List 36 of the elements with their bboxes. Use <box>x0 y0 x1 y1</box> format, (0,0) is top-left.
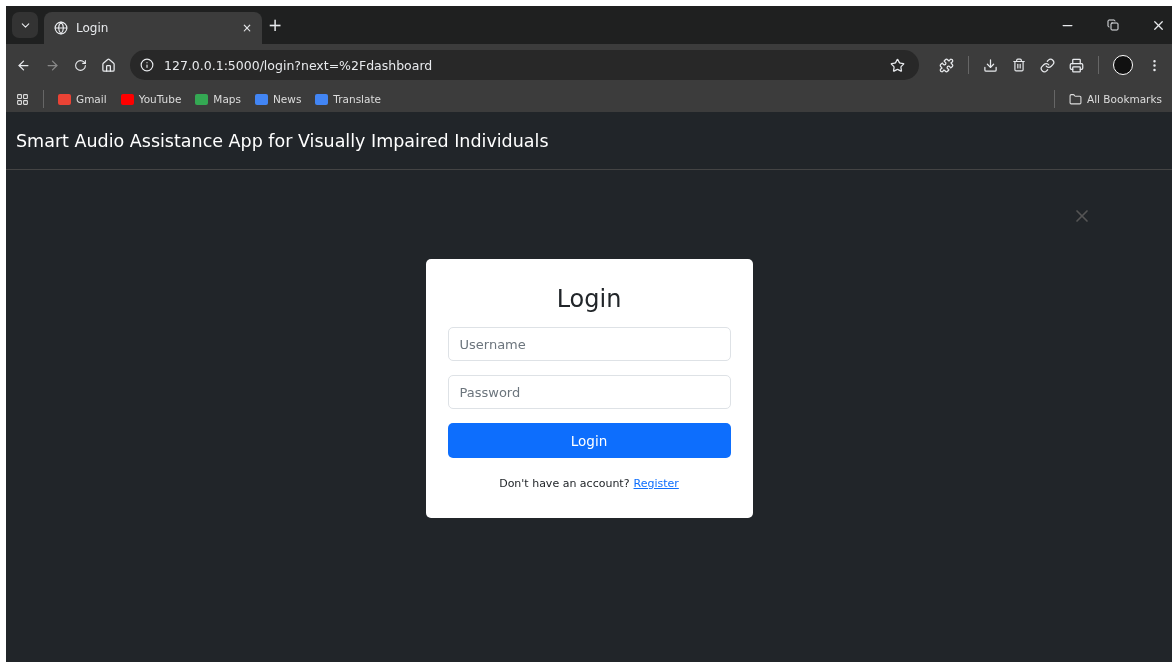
print-icon[interactable] <box>1069 57 1084 73</box>
info-icon[interactable] <box>140 58 154 72</box>
address-bar[interactable]: 127.0.0.1:5000/login?next=%2Fdashboard <box>130 50 919 80</box>
forward-icon[interactable] <box>45 57 60 73</box>
navbar-brand[interactable]: Smart Audio Assistance App for Visually Impaired Individuals <box>16 130 549 151</box>
bookmark[interactable]: YouTube <box>120 93 182 105</box>
trash-icon[interactable] <box>1012 58 1026 72</box>
tab-close-button[interactable]: × <box>241 21 252 35</box>
folder-icon <box>1068 92 1082 106</box>
home-icon[interactable] <box>101 57 116 73</box>
register-link[interactable]: Register <box>633 477 679 490</box>
tab-search-button[interactable] <box>12 12 38 38</box>
reload-icon[interactable] <box>74 58 87 72</box>
extensions-icon[interactable] <box>939 57 954 73</box>
login-button[interactable]: Login <box>447 423 731 458</box>
star-icon[interactable] <box>890 57 905 73</box>
bookmark[interactable]: Translate <box>315 93 382 105</box>
input-field[interactable]: Username <box>447 327 731 361</box>
url-text: 127.0.0.1:5000/login?next=%2Fdashboard <box>164 57 434 73</box>
bookmark[interactable]: Maps <box>195 93 241 105</box>
bookmark[interactable]: News <box>255 93 302 105</box>
all-bookmarks[interactable]: All Bookmarks <box>1068 92 1162 106</box>
modal-title: Login <box>556 285 622 313</box>
bookmark[interactable]: Gmail <box>58 93 107 105</box>
input-field[interactable]: Password <box>447 375 731 409</box>
link-icon[interactable] <box>1040 57 1055 73</box>
footer-text: Don't have an account? <box>499 477 630 490</box>
apps-icon[interactable] <box>16 92 29 106</box>
browser-tab[interactable]: Login × <box>44 12 262 44</box>
download-icon[interactable] <box>983 57 998 73</box>
globe-icon <box>54 21 68 35</box>
tab-title: Login <box>76 21 110 35</box>
new-tab-button[interactable]: + <box>268 15 283 35</box>
back-icon[interactable] <box>16 57 31 73</box>
restore-icon[interactable] <box>1107 19 1119 31</box>
profile-avatar[interactable] <box>1113 55 1133 75</box>
